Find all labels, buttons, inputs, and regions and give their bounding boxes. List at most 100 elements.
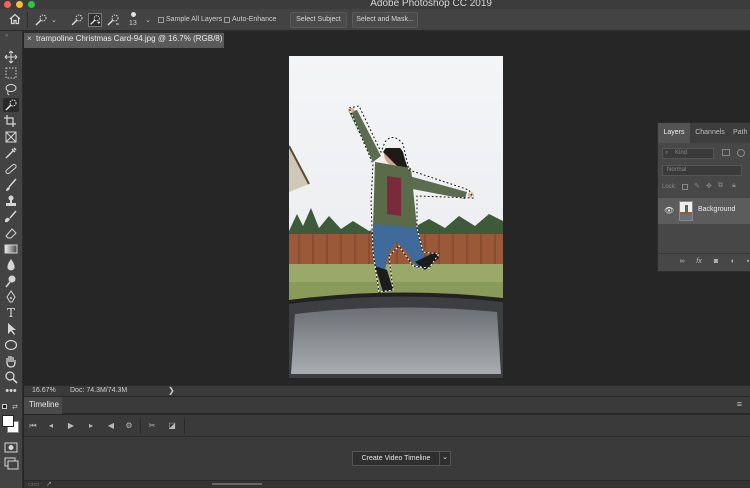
photo-trampoline-jump bbox=[289, 56, 503, 378]
auto-enhance-checkbox[interactable] bbox=[224, 17, 230, 23]
default-colors-icon[interactable] bbox=[2, 404, 7, 409]
zoom-tool-icon[interactable] bbox=[3, 370, 19, 384]
pen-tool-icon[interactable] bbox=[3, 290, 19, 304]
new-group-icon[interactable]: ▪ bbox=[742, 258, 750, 265]
home-icon[interactable] bbox=[8, 13, 22, 27]
image-filter-icon[interactable] bbox=[722, 149, 730, 156]
lock-transparent-icon[interactable] bbox=[682, 184, 688, 190]
adjustment-filter-icon[interactable] bbox=[737, 149, 745, 157]
link-layers-icon[interactable]: ∞ bbox=[676, 258, 688, 265]
move-tool-icon[interactable] bbox=[3, 50, 19, 64]
divider bbox=[140, 418, 141, 434]
clone-stamp-tool-icon[interactable] bbox=[3, 194, 19, 208]
timeline-tab-label: Timeline bbox=[29, 400, 59, 409]
add-mask-icon[interactable]: ◙ bbox=[710, 258, 722, 265]
timeline-body: Create Video Timeline ⌄ bbox=[24, 437, 750, 480]
tab-channels[interactable]: Channels bbox=[691, 123, 729, 143]
screen-mode-icon[interactable] bbox=[3, 456, 19, 470]
tab-paths[interactable]: Path bbox=[733, 123, 750, 143]
close-document-icon[interactable]: × bbox=[27, 34, 32, 43]
chevron-down-icon[interactable]: ⌄ bbox=[439, 451, 451, 466]
zoom-readout[interactable]: 16.67% bbox=[32, 387, 56, 394]
divider bbox=[184, 418, 185, 434]
go-to-first-frame-icon[interactable]: ⏮ bbox=[26, 419, 40, 433]
brush-preview-icon[interactable] bbox=[131, 12, 136, 17]
chevron-down-icon[interactable]: ⌄ bbox=[51, 16, 57, 24]
timeline-zoom-slider[interactable] bbox=[212, 483, 262, 485]
type-tool-icon[interactable]: T bbox=[3, 306, 19, 320]
lock-label: Lock: bbox=[662, 184, 677, 190]
timeline-controls: ⏮ ◂ ▶ ▸ ◀ ⚙ ✂ ◪ bbox=[24, 415, 750, 437]
settings-gear-icon[interactable]: ⚙ bbox=[122, 419, 136, 433]
select-subject-button[interactable]: Select Subject bbox=[290, 12, 347, 28]
title-bar: Adobe Photoshop CC 2019 bbox=[0, 0, 750, 9]
new-selection-icon[interactable] bbox=[70, 13, 84, 27]
tab-layers[interactable]: Layers bbox=[658, 123, 690, 143]
lock-all-icon[interactable]: 🔒︎ bbox=[732, 182, 736, 190]
brush-size[interactable]: 13 bbox=[129, 20, 137, 27]
kind-filter-label: Kind bbox=[675, 150, 688, 156]
next-frame-icon[interactable]: ▸ bbox=[84, 419, 98, 433]
layers-panel-footer: ∞ fx ◙ ◐ ▪ bbox=[658, 253, 750, 273]
chevron-down-icon[interactable]: ⌄ bbox=[145, 16, 151, 24]
hand-tool-icon[interactable] bbox=[3, 354, 19, 368]
select-and-mask-button[interactable]: Select and Mask... bbox=[352, 12, 418, 28]
create-video-timeline-button[interactable]: Create Video Timeline bbox=[352, 451, 440, 466]
layer-thumbnail bbox=[679, 201, 693, 221]
lock-position-icon[interactable]: ✥ bbox=[706, 182, 712, 190]
split-scissors-icon[interactable]: ✂ bbox=[145, 419, 159, 433]
marquee-tool-icon[interactable] bbox=[3, 66, 19, 80]
tools-panel: » T ••• ⇄ bbox=[0, 31, 23, 488]
timeline-footer: ▭▭ ↗ bbox=[24, 480, 750, 488]
fx-icon[interactable]: fx bbox=[693, 258, 705, 265]
quick-selection-tool-icon[interactable] bbox=[3, 98, 19, 112]
previous-frame-icon[interactable]: ◂ bbox=[44, 419, 58, 433]
quick-selection-tool-preset-icon[interactable] bbox=[34, 13, 48, 27]
status-bar: 16.67% Doc: 74.3M/74.3M ❯ bbox=[24, 385, 750, 396]
collapse-icon[interactable]: » bbox=[5, 33, 8, 39]
status-menu-arrow-icon[interactable]: ❯ bbox=[168, 386, 175, 395]
add-to-selection-icon[interactable] bbox=[88, 13, 102, 27]
subtract-from-selection-icon[interactable] bbox=[106, 13, 120, 27]
lasso-tool-icon[interactable] bbox=[3, 82, 19, 96]
blur-tool-icon[interactable] bbox=[3, 258, 19, 272]
panel-menu-icon[interactable]: ≡ bbox=[737, 399, 742, 409]
lock-pixels-icon[interactable]: ✎ bbox=[694, 182, 700, 190]
frame-tool-icon[interactable] bbox=[3, 130, 19, 144]
eraser-tool-icon[interactable] bbox=[3, 226, 19, 240]
film-icon[interactable]: ▭▭ bbox=[28, 481, 39, 488]
more-tools-icon[interactable]: ••• bbox=[3, 386, 19, 400]
tab-timeline[interactable]: Timeline bbox=[24, 397, 62, 414]
lock-artboard-icon[interactable]: ⧉ bbox=[718, 182, 723, 190]
foreground-color-swatch[interactable] bbox=[2, 415, 14, 427]
dodge-tool-icon[interactable] bbox=[3, 274, 19, 288]
blend-mode-select[interactable]: Normal bbox=[662, 165, 742, 176]
audio-icon[interactable]: ◀ bbox=[104, 419, 118, 433]
sample-all-layers-label: Sample All Layers bbox=[166, 16, 223, 23]
eye-visibility-icon[interactable]: 👁︎ bbox=[664, 206, 674, 215]
crop-tool-icon[interactable] bbox=[3, 114, 19, 128]
document-size-info: Doc: 74.3M/74.3M bbox=[70, 387, 128, 394]
document-image[interactable] bbox=[289, 56, 503, 378]
eyedropper-tool-icon[interactable] bbox=[3, 146, 19, 160]
layer-row-background[interactable]: 👁︎ Background bbox=[658, 198, 750, 224]
quick-mask-icon[interactable] bbox=[3, 440, 19, 454]
sample-all-layers-checkbox[interactable] bbox=[158, 17, 164, 23]
layers-panel: Layers Channels Path ⌕ Kind Normal Lock:… bbox=[657, 122, 750, 272]
healing-brush-tool-icon[interactable] bbox=[3, 162, 19, 176]
gradient-tool-icon[interactable] bbox=[3, 242, 19, 256]
kind-filter-select[interactable]: ⌕ Kind bbox=[662, 148, 714, 159]
play-icon[interactable]: ▶ bbox=[64, 419, 78, 433]
convert-icon[interactable]: ↗ bbox=[46, 480, 52, 488]
app-title: Adobe Photoshop CC 2019 bbox=[370, 0, 492, 9]
adjustment-layer-icon[interactable]: ◐ bbox=[727, 258, 739, 265]
document-tab[interactable]: × trampoline Christmas Card-94.jpg @ 16.… bbox=[24, 31, 224, 48]
ellipse-tool-icon[interactable] bbox=[3, 338, 19, 352]
history-brush-tool-icon[interactable] bbox=[3, 210, 19, 224]
brush-tool-icon[interactable] bbox=[3, 178, 19, 192]
transition-icon[interactable]: ◪ bbox=[165, 419, 179, 433]
timeline-panel-header: Timeline ≡ bbox=[24, 397, 750, 414]
path-selection-tool-icon[interactable] bbox=[3, 322, 19, 336]
swap-colors-icon[interactable]: ⇄ bbox=[12, 403, 18, 411]
search-icon: ⌕ bbox=[665, 150, 669, 156]
